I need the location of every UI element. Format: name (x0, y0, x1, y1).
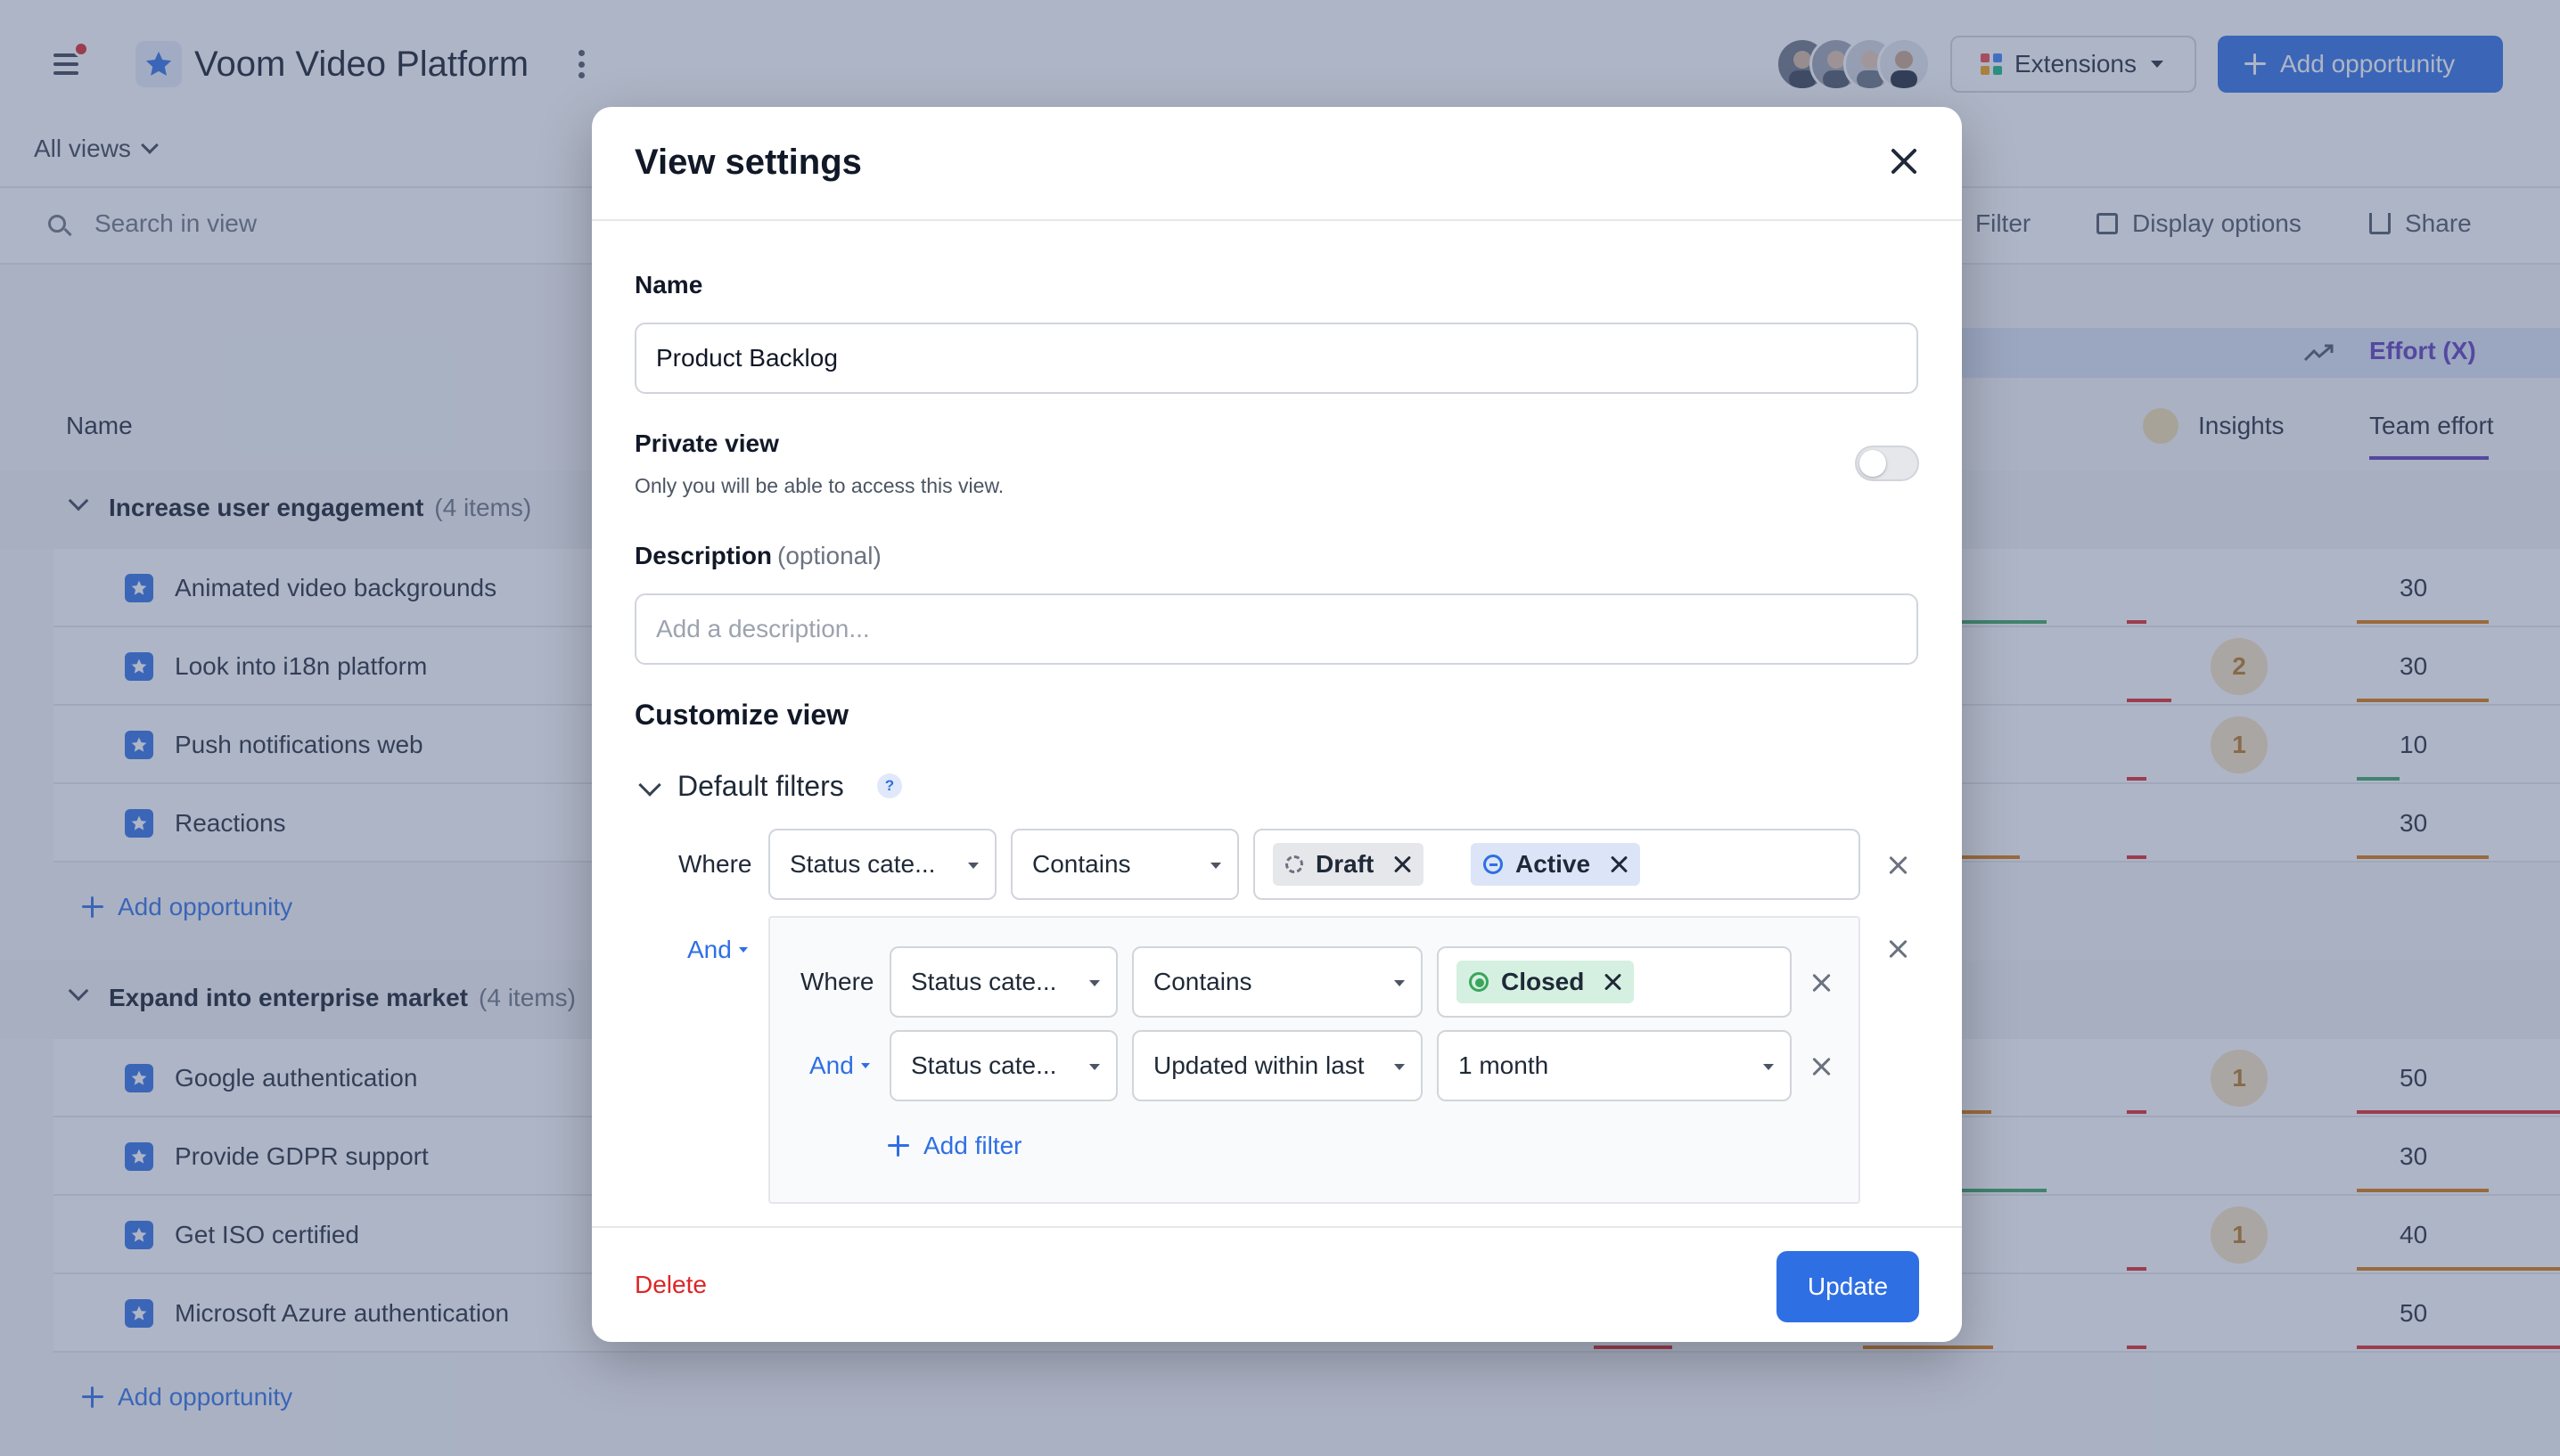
private-view-help: Only you will be able to access this vie… (635, 474, 1005, 497)
filter-field-select[interactable]: Status cate... (890, 946, 1118, 1018)
modal-footer: Delete Update (592, 1226, 1962, 1342)
delete-button[interactable]: Delete (635, 1271, 707, 1299)
default-filters-title[interactable]: Default filters (677, 770, 844, 803)
status-chip-closed: Closed (1456, 961, 1635, 1003)
filter-operator-select[interactable]: Updated within last (1132, 1030, 1423, 1101)
customize-view-title: Customize view (635, 699, 849, 731)
chevron-down-icon (738, 947, 748, 953)
view-settings-modal: View settings Name Product Backlog Priva… (592, 107, 1962, 1342)
chevron-down-icon[interactable] (638, 773, 661, 797)
where-label: Where (800, 968, 874, 995)
chevron-down-icon (1763, 1064, 1774, 1070)
draft-status-icon (1285, 855, 1303, 873)
status-chip-active: Active (1471, 843, 1641, 886)
remove-filter-icon[interactable] (1811, 973, 1831, 993)
remove-filter-icon[interactable] (1811, 1057, 1831, 1076)
update-button[interactable]: Update (1776, 1251, 1919, 1322)
and-conjunction-dropdown[interactable]: And (809, 1051, 870, 1080)
filter-field-select[interactable]: Status cate... (768, 829, 997, 900)
chevron-down-icon (1089, 980, 1100, 986)
plus-icon (888, 1135, 909, 1157)
filter-field-select[interactable]: Status cate... (890, 1030, 1118, 1101)
chevron-down-icon (1210, 863, 1221, 869)
chevron-down-icon (1394, 980, 1405, 986)
and-conjunction-dropdown[interactable]: And (687, 936, 748, 964)
closed-status-icon (1469, 972, 1489, 992)
nested-filter-group: Where Status cate... Contains Closed And… (768, 916, 1860, 1204)
chevron-down-icon (1089, 1064, 1100, 1070)
status-chip-draft: Draft (1273, 843, 1424, 886)
filter-value-select[interactable]: Draft Active (1253, 829, 1860, 900)
name-input[interactable]: Product Backlog (635, 323, 1918, 394)
filter-operator-select[interactable]: Contains (1132, 946, 1423, 1018)
chevron-down-icon (860, 1063, 870, 1068)
chevron-down-icon (1394, 1064, 1405, 1070)
filter-value-select[interactable]: Closed (1437, 946, 1792, 1018)
active-status-icon (1483, 855, 1503, 874)
private-view-label: Private view (635, 429, 779, 457)
filter-duration-select[interactable]: 1 month (1437, 1030, 1792, 1101)
description-label: Description (optional) (635, 542, 882, 569)
filter-operator-select[interactable]: Contains (1011, 829, 1239, 900)
modal-header: View settings (592, 107, 1962, 221)
close-icon[interactable] (1889, 146, 1919, 176)
name-label: Name (635, 271, 703, 299)
where-label: Where (678, 850, 752, 878)
description-input[interactable]: Add a description... (635, 593, 1918, 665)
remove-chip-icon[interactable] (1604, 973, 1621, 991)
help-icon[interactable]: ? (877, 773, 902, 798)
add-filter-button[interactable]: Add filter (888, 1132, 1022, 1160)
modal-title: View settings (635, 143, 862, 182)
chevron-down-icon (968, 863, 979, 869)
remove-filter-icon[interactable] (1888, 855, 1908, 875)
remove-chip-icon[interactable] (1610, 855, 1628, 873)
private-view-toggle[interactable] (1855, 446, 1919, 481)
remove-filter-group-icon[interactable] (1888, 939, 1908, 959)
remove-chip-icon[interactable] (1393, 855, 1411, 873)
